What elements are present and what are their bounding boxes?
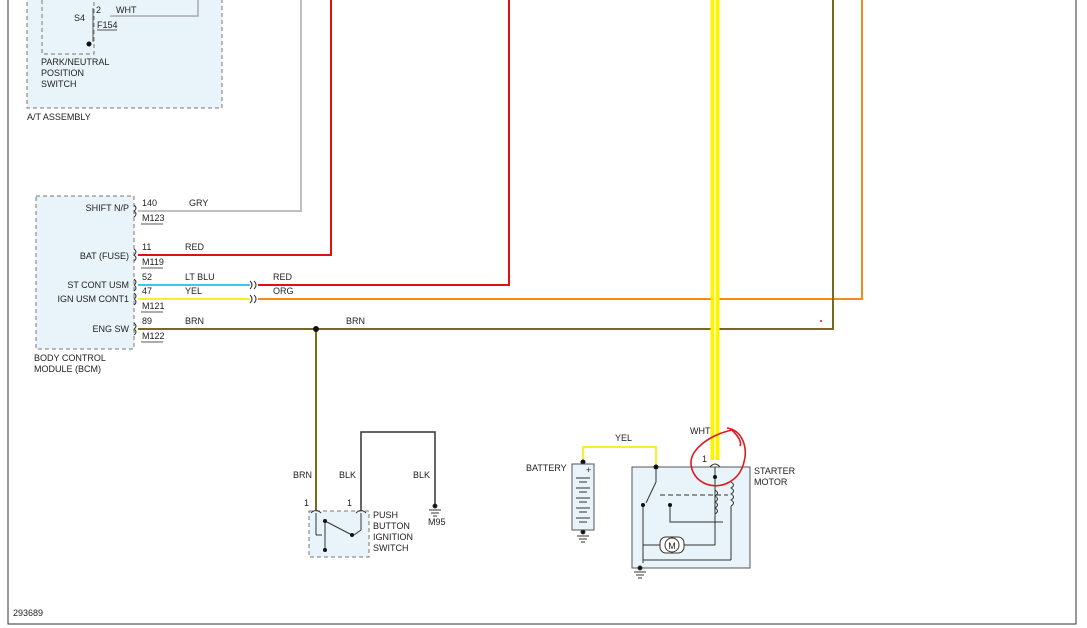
- wiring-diagram: S4 2 WHT F154 PARK/NEUTRAL POSITION SWIT…: [7, 0, 1077, 625]
- starter-label-1: STARTER: [754, 466, 796, 476]
- bcm-wire-color2-engsw: BRN: [346, 316, 365, 326]
- bcm-connector-bat: M119: [142, 257, 164, 267]
- battery-label: BATTERY: [526, 463, 567, 473]
- ign-left-wire: BRN: [293, 470, 312, 480]
- bcm-wire-color2-stcont: RED: [273, 272, 293, 282]
- ign-label-2: BUTTON: [373, 521, 410, 531]
- ign-contact-dot: [350, 533, 354, 537]
- pnp-label-1: PARK/NEUTRAL: [41, 57, 109, 67]
- splice-dot: [313, 326, 319, 332]
- starter-motor-box: [631, 466, 751, 569]
- at-assembly-label: A/T ASSEMBLY: [27, 112, 91, 122]
- pnp-switch-contact: [86, 41, 92, 47]
- motor-symbol-label: M: [668, 541, 676, 551]
- pnp-wire-color: WHT: [116, 5, 137, 15]
- bcm-wire-color-igncont: YEL: [185, 286, 202, 296]
- battery-plus: +: [586, 465, 591, 475]
- starter-pin: 1: [702, 454, 707, 464]
- bcm-wire-color-engsw: BRN: [185, 316, 204, 326]
- ground-symbol-ign: [429, 503, 441, 517]
- starter-label-2: MOTOR: [754, 477, 788, 487]
- ign-right-wire: BLK: [339, 470, 356, 480]
- bcm-connector-igncont: M121: [142, 301, 165, 311]
- bcm-pin-name-stcont: ST CONT USM: [67, 280, 129, 290]
- bcm-connector-shift: M123: [142, 213, 165, 223]
- bcm-pin-name-shift: SHIFT N/P: [86, 203, 129, 213]
- starter-contact-dot: [668, 503, 672, 507]
- ign-ground-label: M95: [428, 517, 446, 527]
- bcm-wire-color-shift: GRY: [189, 198, 208, 208]
- ign-label-3: IGNITION: [373, 532, 413, 542]
- pnp-pin: 2: [96, 5, 101, 15]
- bcm-pin-num-bat: 11: [142, 242, 151, 252]
- bcm-pin-name-bat: BAT (FUSE): [80, 251, 129, 261]
- starter-wire-color: WHT: [690, 426, 711, 436]
- inline-connectors: [249, 280, 257, 304]
- pnp-label-2: POSITION: [41, 68, 84, 78]
- starter-contact-dot: [641, 503, 645, 507]
- ground-symbol-battery: [577, 529, 589, 543]
- ign-label-1: PUSH: [373, 510, 398, 520]
- battery-wire-color: YEL: [615, 433, 632, 443]
- pnp-switch-box: [41, 0, 95, 55]
- pnp-terminal: S4: [74, 13, 85, 23]
- starter-battery-terminal: [653, 464, 659, 470]
- bcm-pin-num-engsw: 89: [142, 316, 152, 326]
- bcm-label-2: MODULE (BCM): [34, 364, 101, 374]
- bcm-wire-color2-igncont: ORG: [273, 286, 294, 296]
- ign-contact-dot: [323, 548, 327, 552]
- red-speck: [820, 320, 822, 322]
- bcm-wire-color-bat: RED: [185, 242, 205, 252]
- wire-org-igncont: [258, 0, 863, 300]
- ign-left-pin: 1: [304, 498, 309, 508]
- bcm-pin-num-igncont: 47: [142, 286, 152, 296]
- ign-label-4: SWITCH: [373, 543, 409, 553]
- wire-red-stcont: [258, 0, 510, 286]
- ign-right-pin: 1: [347, 498, 352, 508]
- ign-contact-dot: [323, 519, 327, 523]
- ign-ground-wire: BLK: [413, 470, 430, 480]
- bcm-pin-name-engsw: ENG SW: [92, 324, 129, 334]
- wire-brn-engsw: [138, 0, 834, 330]
- bcm-label-1: BODY CONTROL: [34, 353, 106, 363]
- bcm-pin-name-igncont: IGN USM CONT1: [57, 294, 129, 304]
- bcm-wire-color-stcont: LT BLU: [185, 272, 215, 282]
- diagram-id: 293689: [13, 608, 43, 618]
- ignition-switch-box: [308, 510, 370, 558]
- bcm-connector-engsw: M122: [142, 331, 165, 341]
- starter-contact-dot: [713, 475, 717, 479]
- bcm-pin-num-stcont: 52: [142, 272, 152, 282]
- bcm-pin-num-shift: 140: [142, 198, 157, 208]
- pnp-label-3: SWITCH: [41, 79, 77, 89]
- pnp-connector: F154: [97, 20, 118, 30]
